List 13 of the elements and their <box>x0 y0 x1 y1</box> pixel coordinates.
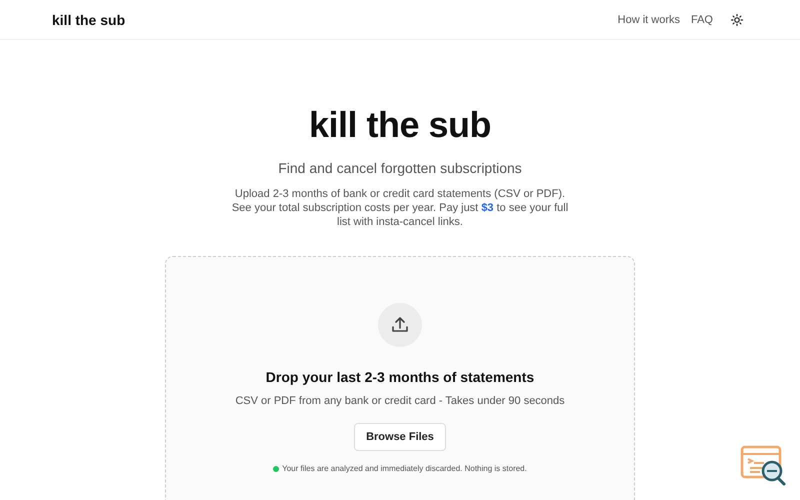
upload-icon <box>378 303 422 347</box>
nav-link[interactable]: FAQ <box>690 14 713 26</box>
theme-toggle-icon[interactable] <box>731 14 743 26</box>
dropzone[interactable]: Drop your last 2-3 months of statements CSV or PDF from any bank or credit card - Takes under 90 seconds Browse Files Your files are analyzed and immediately discarded. Nothing is stored. <box>165 256 635 500</box>
dropzone-heading: Drop your last 2-3 months of statements <box>266 369 534 385</box>
subtitle: Find and cancel forgotten subscriptions <box>278 160 522 176</box>
logo[interactable]: kill the sub <box>52 12 126 28</box>
privacy-note: Your files are analyzed and immediately discarded. Nothing is stored. <box>282 464 527 473</box>
nav-link[interactable]: How it works <box>618 14 680 26</box>
description: Upload 2-3 months of bank or credit card statements (CSV or PDF). See your total subscription costs per year. Pay just $3 to see your full list with insta-cancel links. <box>230 187 570 229</box>
browse-files-button[interactable]: Browse Files <box>354 423 446 451</box>
dropzone-hint: CSV or PDF from any bank or credit card - Takes under 90 seconds <box>235 395 565 407</box>
hero-title: kill the sub <box>308 104 492 146</box>
